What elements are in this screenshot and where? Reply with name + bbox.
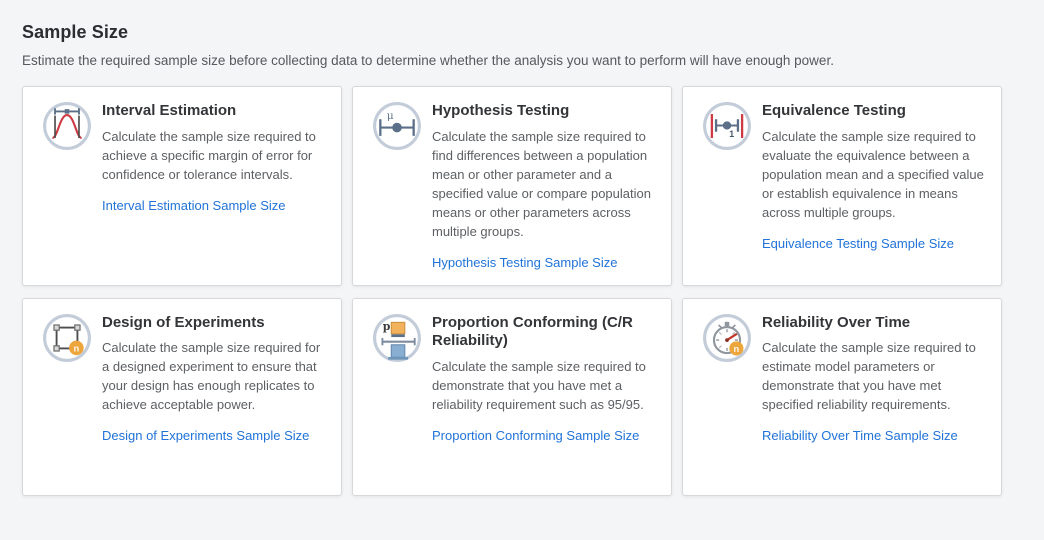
sample-size-page: Sample Size Estimate the required sample… — [0, 0, 1044, 496]
card-body: Equivalence Testing Calculate the sample… — [762, 100, 987, 272]
proportion-conforming-sample-size-link[interactable]: Proportion Conforming Sample Size — [432, 428, 639, 443]
card-description: Calculate the sample size required to ac… — [102, 128, 327, 185]
reliability-over-time-sample-size-link[interactable]: Reliability Over Time Sample Size — [762, 428, 958, 443]
card-title: Interval Estimation — [102, 102, 327, 121]
card-body: Design of Experiments Calculate the samp… — [102, 312, 327, 482]
hypothesis-testing-icon: μ — [362, 100, 432, 272]
design-of-experiments-sample-size-link[interactable]: Design of Experiments Sample Size — [102, 428, 309, 443]
svg-text:p: p — [383, 320, 391, 333]
equivalence-testing-icon: 1 — [692, 100, 762, 272]
equivalence-testing-sample-size-link[interactable]: Equivalence Testing Sample Size — [762, 236, 954, 251]
card-proportion-conforming: p Proportion Conforming (C/R Reliability… — [352, 298, 672, 496]
interval-estimation-sample-size-link[interactable]: Interval Estimation Sample Size — [102, 198, 286, 213]
card-title: Reliability Over Time — [762, 314, 987, 333]
page-title: Sample Size — [22, 22, 1044, 43]
card-body: Reliability Over Time Calculate the samp… — [762, 312, 987, 482]
proportion-conforming-icon: p — [362, 312, 432, 482]
card-description: Calculate the sample size required to es… — [762, 339, 987, 415]
card-body: Proportion Conforming (C/R Reliability) … — [432, 312, 657, 482]
card-interval-estimation: Interval Estimation Calculate the sample… — [22, 86, 342, 286]
card-reliability-over-time: n Reliability Over Time Calculate the sa… — [682, 298, 1002, 496]
interval-estimation-icon — [32, 100, 102, 272]
reliability-over-time-icon: n — [692, 312, 762, 482]
svg-text:μ: μ — [387, 110, 394, 122]
card-equivalence-testing: 1 Equivalence Testing Calculate the samp… — [682, 86, 1002, 286]
card-description: Calculate the sample size required to de… — [432, 358, 657, 415]
card-title: Design of Experiments — [102, 314, 327, 333]
svg-text:1: 1 — [729, 129, 734, 139]
card-hypothesis-testing: μ Hypothesis Testing Calculate the sampl… — [352, 86, 672, 286]
sample-size-card-grid: Interval Estimation Calculate the sample… — [22, 86, 1002, 496]
svg-text:n: n — [734, 344, 740, 354]
card-description: Calculate the sample size required to fi… — [432, 128, 657, 242]
page-subtitle: Estimate the required sample size before… — [22, 53, 1044, 68]
card-title: Equivalence Testing — [762, 102, 987, 121]
hypothesis-testing-sample-size-link[interactable]: Hypothesis Testing Sample Size — [432, 255, 617, 270]
card-description: Calculate the sample size required to ev… — [762, 128, 987, 223]
card-description: Calculate the sample size required for a… — [102, 339, 327, 415]
card-design-of-experiments: n Design of Experiments Calculate the sa… — [22, 298, 342, 496]
svg-text:n: n — [74, 343, 80, 353]
card-body: Hypothesis Testing Calculate the sample … — [432, 100, 657, 272]
card-body: Interval Estimation Calculate the sample… — [102, 100, 327, 272]
card-title: Proportion Conforming (C/R Reliability) — [432, 314, 657, 352]
design-of-experiments-icon: n — [32, 312, 102, 482]
card-title: Hypothesis Testing — [432, 102, 657, 121]
